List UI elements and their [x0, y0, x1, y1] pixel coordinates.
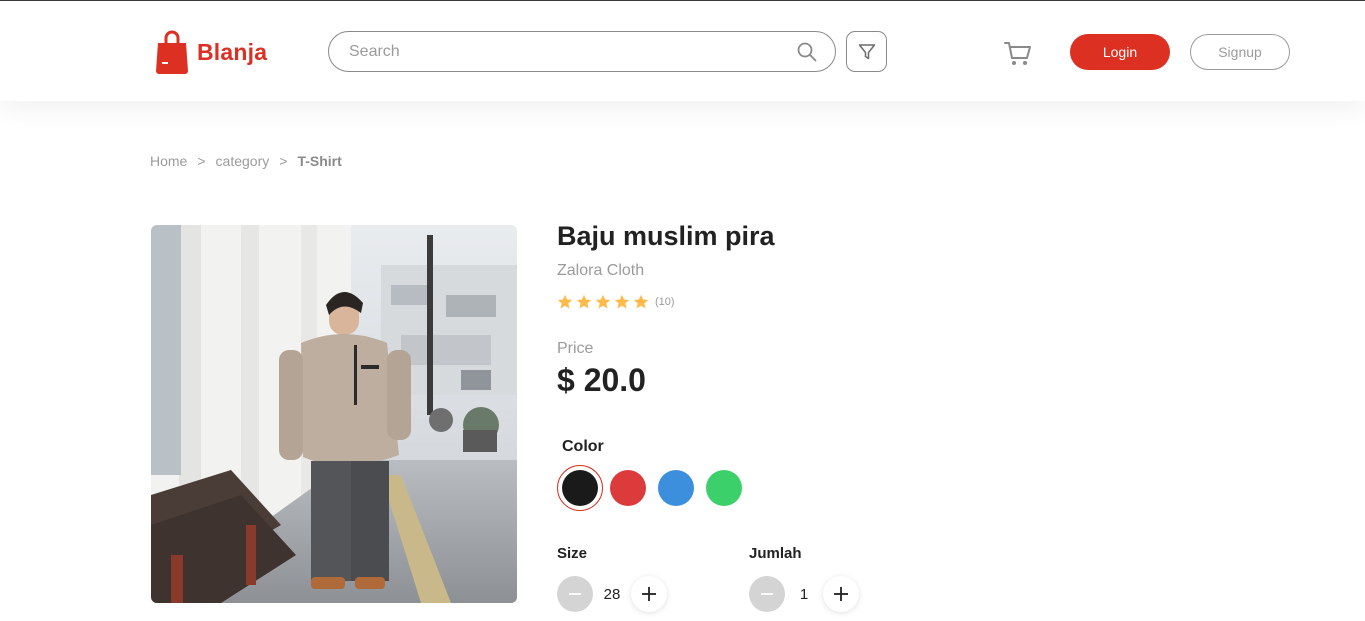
color-option-red[interactable]: [605, 465, 651, 511]
cart-icon[interactable]: [1004, 40, 1032, 68]
color-swatch: [706, 470, 742, 506]
quantity-stepper: 1: [749, 576, 859, 612]
size-increase-button[interactable]: [631, 576, 667, 612]
filter-icon: [858, 43, 875, 59]
minus-icon: [761, 593, 773, 595]
breadcrumb-current: T-Shirt: [297, 153, 342, 169]
quantity-value: 1: [799, 585, 809, 603]
color-option-green[interactable]: [701, 465, 747, 511]
star-icon: [576, 294, 592, 309]
color-options: [557, 465, 749, 511]
filter-button[interactable]: [846, 31, 887, 72]
search-icon[interactable]: [797, 42, 817, 62]
color-label: Color: [562, 438, 604, 455]
size-decrease-button[interactable]: [557, 576, 593, 612]
product-rating: (10): [557, 294, 675, 310]
star-icon: [614, 294, 630, 309]
logo-text: Blanja: [197, 38, 268, 65]
breadcrumb-home[interactable]: Home: [150, 153, 187, 169]
product-brand: Zalora Cloth: [557, 262, 645, 279]
rating-count: (10): [655, 296, 675, 308]
size-label: Size: [557, 545, 588, 562]
plus-icon: [834, 587, 848, 601]
search-bar: [328, 31, 836, 72]
logo[interactable]: Blanja: [155, 29, 267, 75]
top-navbar: Blanja Login Signup: [0, 0, 1365, 101]
signup-button[interactable]: Signup: [1190, 34, 1290, 70]
breadcrumb-category[interactable]: category: [216, 153, 270, 169]
color-swatch: [610, 470, 646, 506]
breadcrumb-separator: >: [197, 153, 206, 169]
star-icon: [595, 294, 611, 309]
shopping-bag-icon: [156, 30, 188, 74]
breadcrumb-separator: >: [279, 153, 288, 169]
product-title: Baju muslim pira: [557, 221, 775, 251]
price-label: Price: [557, 340, 594, 357]
plus-icon: [642, 587, 656, 601]
quantity-increase-button[interactable]: [823, 576, 859, 612]
size-value: 28: [603, 585, 621, 603]
size-stepper: 28: [557, 576, 667, 612]
color-swatch: [562, 470, 598, 506]
product-image[interactable]: [151, 225, 517, 603]
price-value: $ 20.0: [557, 362, 646, 398]
minus-icon: [569, 593, 581, 595]
login-button[interactable]: Login: [1070, 34, 1170, 70]
color-option-black[interactable]: [557, 465, 603, 511]
star-icon: [633, 294, 649, 309]
breadcrumb: Home > category > T-Shirt: [150, 153, 342, 169]
thumbnail-strip: [151, 615, 517, 621]
color-option-blue[interactable]: [653, 465, 699, 511]
star-icon: [557, 294, 573, 309]
search-input[interactable]: [349, 41, 779, 63]
color-swatch: [658, 470, 694, 506]
quantity-label: Jumlah: [749, 545, 802, 562]
quantity-decrease-button[interactable]: [749, 576, 785, 612]
